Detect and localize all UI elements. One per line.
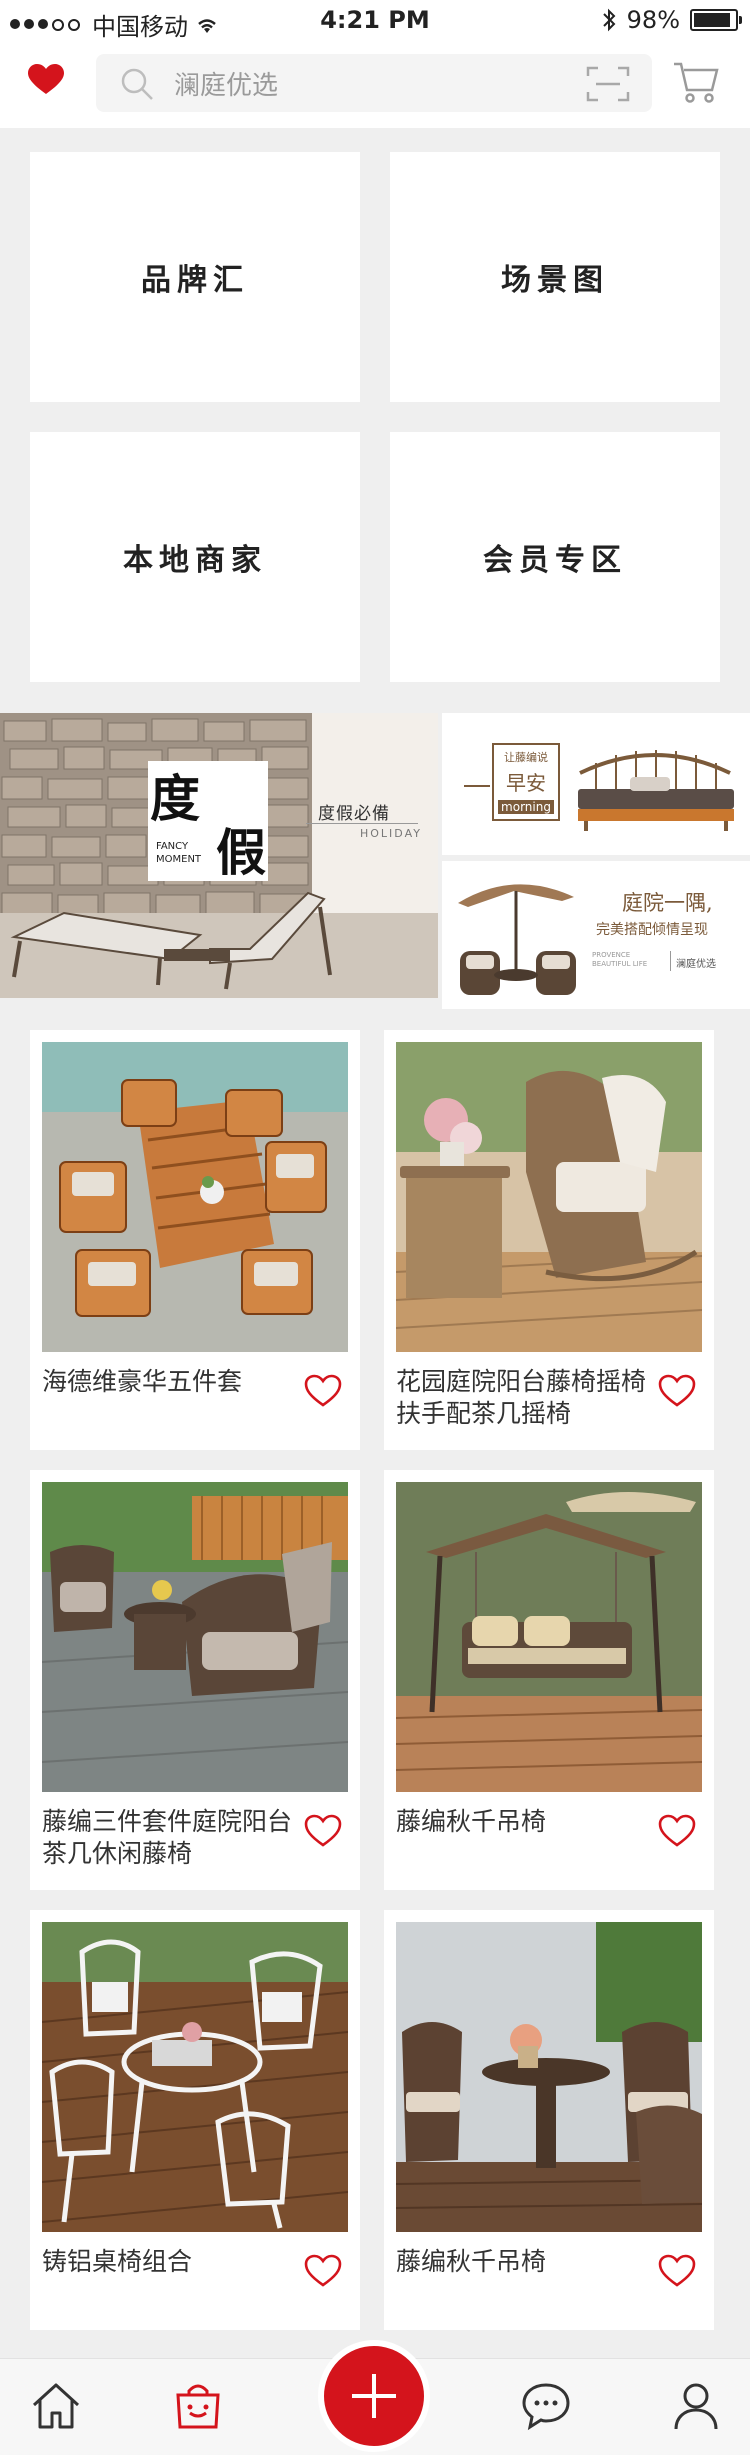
morning-badge: 让藤编说 早安 morning xyxy=(492,743,560,821)
product-image xyxy=(396,1922,702,2232)
product-image xyxy=(396,1042,702,1352)
heart-outline-icon[interactable] xyxy=(658,2254,696,2288)
status-bar: 中国移动 4:21 PM 98% xyxy=(0,0,750,42)
morning-line-1: 让藤编说 xyxy=(504,751,548,764)
holiday-tag: 度假必備 xyxy=(318,804,390,824)
holiday-en-2: MOMENT xyxy=(156,854,202,865)
product-title: 铸铝桌椅组合 xyxy=(42,2247,193,2276)
holiday-en-1: FANCY xyxy=(156,841,189,852)
heart-outline-icon[interactable] xyxy=(658,1814,696,1848)
product-image xyxy=(42,1922,348,2232)
product-title: 海德维豪华五件套 xyxy=(42,1367,243,1396)
product-title: 花园庭院阳台藤椅摇椅扶手配茶几摇椅 xyxy=(396,1367,647,1428)
user-icon[interactable] xyxy=(672,2381,720,2431)
product-card[interactable]: 铸铝桌椅组合 xyxy=(30,1910,360,2330)
bag-icon[interactable] xyxy=(174,2381,222,2431)
morning-line-3: morning xyxy=(498,800,554,814)
category-member-zone[interactable]: 会员专区 xyxy=(390,432,720,682)
add-button[interactable] xyxy=(318,2340,430,2452)
search-icon xyxy=(121,68,153,100)
carrier-label: 中国移动 xyxy=(92,13,188,41)
garden-line-1: 庭院一隅, xyxy=(622,891,713,915)
search-placeholder: 澜庭优选 xyxy=(174,70,279,101)
product-title: 藤编三件套件庭院阳台茶几休闲藤椅 xyxy=(42,1807,293,1868)
product-card[interactable]: 藤编秋千吊椅 xyxy=(384,1910,714,2330)
scan-icon[interactable] xyxy=(586,66,630,102)
signal-icon xyxy=(10,18,80,31)
morning-line-2: 早安 xyxy=(506,771,546,795)
category-scenes[interactable]: 场景图 xyxy=(390,152,720,402)
product-card[interactable]: 花园庭院阳台藤椅摇椅扶手配茶几摇椅 xyxy=(384,1030,714,1450)
product-title: 藤编秋千吊椅 xyxy=(396,1807,547,1836)
garden-en: PROVENCE BEAUTIFUL LIFE xyxy=(592,951,648,968)
garden-line-2: 完美搭配倾情呈现 xyxy=(596,922,708,938)
holiday-tag-line xyxy=(306,823,418,824)
chat-icon[interactable] xyxy=(520,2381,572,2431)
product-card[interactable]: 藤编三件套件庭院阳台茶几休闲藤椅 xyxy=(30,1470,360,1890)
home-icon[interactable] xyxy=(30,2381,82,2431)
morning-line-left xyxy=(464,785,490,787)
category-label: 场景图 xyxy=(501,263,609,298)
heart-outline-icon[interactable] xyxy=(304,1814,342,1848)
top-bar: 澜庭优选 xyxy=(0,42,750,128)
garden-brand: 澜庭优选 xyxy=(676,959,716,970)
holiday-logo-box: 度 假 FANCY MOMENT xyxy=(148,761,268,882)
holiday-char-2: 假 xyxy=(216,823,266,882)
morning-banner[interactable]: 让藤编说 早安 morning xyxy=(442,713,750,855)
plus-icon xyxy=(352,2374,396,2418)
search-bar[interactable]: 澜庭优选 xyxy=(96,54,652,112)
battery-icon xyxy=(690,9,742,31)
battery-percent: 98% xyxy=(626,6,680,34)
garden-set-image xyxy=(458,884,576,995)
product-image xyxy=(396,1482,702,1792)
clock: 4:21 PM xyxy=(320,6,430,34)
holiday-char-1: 度 xyxy=(150,769,200,828)
daybed-image xyxy=(578,750,734,831)
category-label: 会员专区 xyxy=(483,543,627,578)
category-brand-hub[interactable]: 品牌汇 xyxy=(30,152,360,402)
product-title: 藤编秋千吊椅 xyxy=(396,2247,547,2276)
product-image xyxy=(42,1482,348,1792)
heart-outline-icon[interactable] xyxy=(304,2254,342,2288)
holiday-banner[interactable]: 度 假 FANCY MOMENT 度假必備 HOLIDAY xyxy=(0,713,438,998)
category-label: 本地商家 xyxy=(123,543,267,578)
garden-banner[interactable]: 庭院一隅, 完美搭配倾情呈现 PROVENCE BEAUTIFUL LIFE 澜… xyxy=(442,861,750,1009)
garden-divider xyxy=(670,951,671,971)
product-image xyxy=(42,1042,348,1352)
heart-favorites-icon[interactable] xyxy=(28,64,64,96)
heart-outline-icon[interactable] xyxy=(304,1374,342,1408)
category-local-merchants[interactable]: 本地商家 xyxy=(30,432,360,682)
heart-outline-icon[interactable] xyxy=(658,1374,696,1408)
bluetooth-icon xyxy=(602,8,616,32)
product-card[interactable]: 海德维豪华五件套 xyxy=(30,1030,360,1450)
holiday-tag-en: HOLIDAY xyxy=(360,827,422,840)
category-label: 品牌汇 xyxy=(141,263,249,298)
wifi-icon xyxy=(198,18,216,33)
product-card[interactable]: 藤编秋千吊椅 xyxy=(384,1470,714,1890)
cart-icon[interactable] xyxy=(672,60,720,104)
